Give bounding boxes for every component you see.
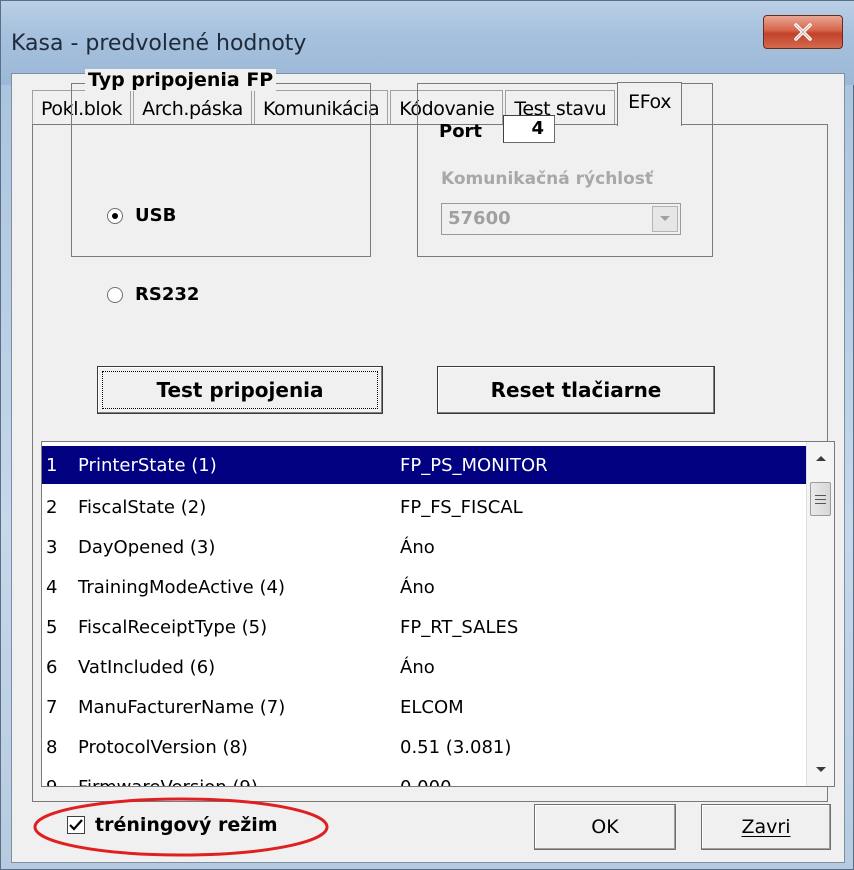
row-key: FirmwareVersion (9) xyxy=(78,777,258,786)
radio-usb-label: USB xyxy=(135,205,177,226)
baud-rate-select: 57600 xyxy=(441,203,681,235)
row-index: 5 xyxy=(46,617,58,638)
radio-rs232-label: RS232 xyxy=(135,284,200,305)
row-key: ManuFacturerName (7) xyxy=(78,697,286,718)
row-value: Áno xyxy=(400,537,435,558)
close-button[interactable]: Zavri xyxy=(701,804,831,850)
test-connection-button[interactable]: Test pripojenia xyxy=(97,366,383,414)
list-item[interactable]: 5 FiscalReceiptType (5) FP_RT_SALES xyxy=(42,608,806,646)
dialog-window: Kasa - predvolené hodnoty Pokl.blok Arch… xyxy=(0,0,854,870)
tab-efox[interactable]: EFox xyxy=(617,82,683,126)
row-key: VatIncluded (6) xyxy=(78,657,216,678)
row-index: 7 xyxy=(46,697,58,718)
baud-rate-label: Komunikačná rýchlosť xyxy=(441,169,654,189)
scroll-thumb[interactable] xyxy=(810,482,831,516)
training-mode-checkbox[interactable]: tréningový režim xyxy=(67,814,278,836)
radio-usb[interactable]: USB xyxy=(107,205,176,226)
row-value: Áno xyxy=(400,657,435,678)
training-mode-label: tréningový režim xyxy=(95,814,278,836)
close-x-icon xyxy=(794,23,812,41)
window-title: Kasa - predvolené hodnoty xyxy=(11,31,307,56)
checkbox-checked-icon[interactable] xyxy=(67,816,85,834)
row-key: TrainingModeActive (4) xyxy=(78,577,285,598)
row-key: FiscalReceiptType (5) xyxy=(78,617,268,638)
scroll-up-arrow-icon[interactable] xyxy=(807,444,834,472)
row-value: ELCOM xyxy=(400,697,464,718)
row-index: 2 xyxy=(46,497,58,518)
row-value: FP_PS_MONITOR xyxy=(400,455,548,476)
list-item[interactable]: 6 VatIncluded (6) Áno xyxy=(42,648,806,686)
list-item[interactable]: 3 DayOpened (3) Áno xyxy=(42,528,806,566)
row-value: FP_RT_SALES xyxy=(400,617,519,638)
row-index: 6 xyxy=(46,657,58,678)
row-index: 3 xyxy=(46,537,58,558)
row-key: ProtocolVersion (8) xyxy=(78,737,248,758)
list-item[interactable]: 7 ManuFacturerName (7) ELCOM xyxy=(42,688,806,726)
baud-rate-value: 57600 xyxy=(448,208,511,229)
list-item[interactable]: 2 FiscalState (2) FP_FS_FISCAL xyxy=(42,488,806,526)
row-index: 1 xyxy=(46,455,58,476)
port-label: Port xyxy=(439,121,483,142)
row-value: Áno xyxy=(400,577,435,598)
radio-rs232[interactable]: RS232 xyxy=(107,284,199,305)
dropdown-arrow-icon xyxy=(652,206,678,232)
row-value: 0.51 (3.081) xyxy=(400,737,512,758)
row-key: DayOpened (3) xyxy=(78,537,216,558)
printer-status-list[interactable]: 1 PrinterState (1) FP_PS_MONITOR 2 Fisca… xyxy=(41,441,835,787)
connection-type-group xyxy=(71,83,371,257)
row-value: FP_FS_FISCAL xyxy=(400,497,523,518)
row-index: 4 xyxy=(46,577,58,598)
row-key: FiscalState (2) xyxy=(78,497,207,518)
row-key: PrinterState (1) xyxy=(78,455,217,476)
close-window-button[interactable] xyxy=(763,15,843,49)
reset-printer-button[interactable]: Reset tlačiarne xyxy=(437,366,715,414)
list-item[interactable]: 1 PrinterState (1) FP_PS_MONITOR xyxy=(42,446,806,484)
list-item[interactable]: 4 TrainingModeActive (4) Áno xyxy=(42,568,806,606)
radio-rs232-indicator[interactable] xyxy=(107,286,123,303)
list-scrollbar[interactable] xyxy=(806,442,834,786)
row-index: 8 xyxy=(46,737,58,758)
scroll-down-arrow-icon[interactable] xyxy=(807,756,834,784)
row-index: 9 xyxy=(46,777,57,786)
row-value: 0.000 xyxy=(400,777,452,786)
connection-type-legend: Typ pripojenia FP xyxy=(85,69,277,91)
list-item[interactable]: 8 ProtocolVersion (8) 0.51 (3.081) xyxy=(42,728,806,766)
port-input[interactable]: 4 xyxy=(503,115,555,143)
ok-button[interactable]: OK xyxy=(534,804,676,850)
list-item[interactable]: 9 FirmwareVersion (9) 0.000 xyxy=(42,768,806,786)
radio-usb-indicator[interactable] xyxy=(107,207,123,224)
